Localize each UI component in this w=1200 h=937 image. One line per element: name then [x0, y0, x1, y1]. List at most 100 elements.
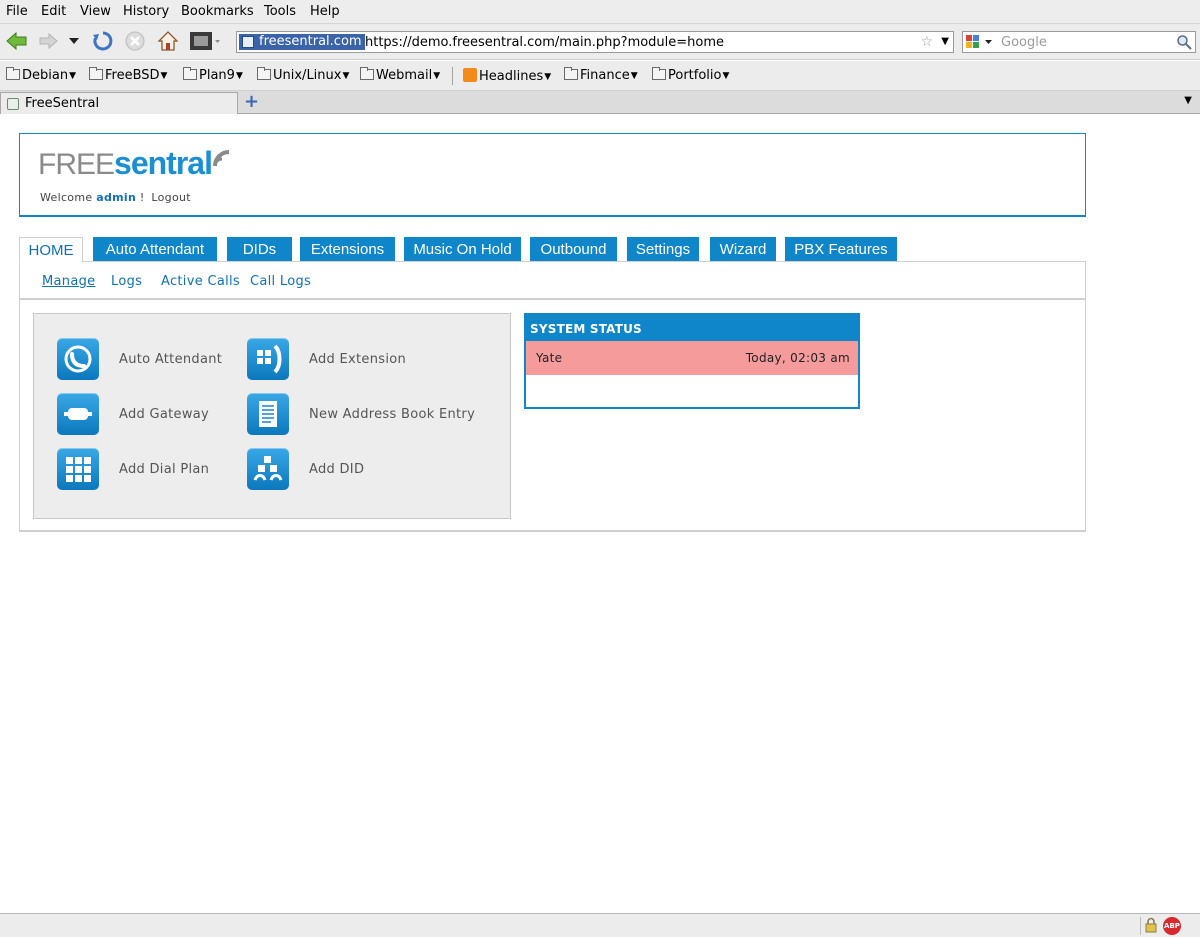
logo-signal-icon	[212, 150, 230, 167]
address-book-icon	[247, 393, 289, 435]
bookmark-label: Finance	[580, 68, 630, 83]
tab-pbx-features[interactable]: PBX Features	[785, 237, 897, 262]
browser-tab[interactable]: FreeSentral	[0, 92, 238, 114]
tab-auto-attendant[interactable]: Auto Attendant	[93, 237, 217, 262]
tab-favicon-icon	[7, 98, 19, 110]
address-bar[interactable]: freesentral.com https://demo.freesentral…	[236, 31, 954, 53]
username: admin	[96, 191, 137, 204]
stop-icon[interactable]	[122, 28, 148, 54]
bookmark-label: Unix/Linux	[273, 68, 342, 83]
status-timestamp: Today, 02:03 am	[745, 351, 850, 365]
folder-icon	[6, 67, 20, 80]
bookmark-label: FreeBSD	[105, 68, 160, 83]
bookmark-folder-plan9[interactable]: Plan9▼	[183, 67, 243, 84]
url-text[interactable]: https://demo.freesentral.com/main.php?mo…	[365, 34, 724, 51]
dropdown-arrow-icon: ▼	[69, 71, 76, 81]
menu-history[interactable]: History	[123, 4, 169, 19]
gateway-icon	[57, 393, 99, 435]
quick-action-label: Add Gateway	[119, 407, 210, 422]
history-dropdown-icon[interactable]	[66, 28, 82, 54]
folder-icon	[183, 67, 197, 80]
bookmark-label: Portfolio	[668, 68, 722, 83]
new-tab-icon[interactable]: +	[244, 93, 262, 111]
status-row: Yate Today, 02:03 am	[526, 341, 858, 375]
bookmark-label: Headlines	[479, 69, 544, 84]
quick-action-label: Add Dial Plan	[119, 462, 210, 477]
bookmarks-separator	[452, 67, 453, 85]
folder-icon	[652, 67, 666, 80]
reload-icon[interactable]	[90, 28, 116, 54]
did-icon	[247, 448, 289, 490]
keypad-phone-icon	[247, 338, 289, 380]
tab-list-dropdown-icon[interactable]: ▼	[1184, 95, 1192, 106]
status-service-name: Yate	[536, 351, 563, 365]
system-status-title: SYSTEM STATUS	[526, 315, 858, 341]
search-bar[interactable]: Google	[962, 31, 1196, 53]
folder-icon	[564, 67, 578, 80]
tab-dids[interactable]: DIDs	[227, 237, 292, 262]
site-favicon-icon	[242, 36, 254, 48]
quick-action-label: Add Extension	[309, 352, 407, 367]
folder-icon	[89, 67, 103, 80]
quick-actions-panel: Auto Attendant Add Extension Add Gateway…	[33, 313, 511, 519]
subnav-active-calls[interactable]: Active Calls	[161, 274, 240, 289]
tab-wizard[interactable]: Wizard	[710, 237, 776, 262]
site-identity-label: freesentral.com	[259, 34, 362, 49]
back-icon[interactable]	[4, 28, 30, 54]
bookmark-folder-finance[interactable]: Finance▼	[564, 67, 638, 84]
menu-file[interactable]: File	[6, 4, 28, 19]
bookmark-folder-debian[interactable]: Debian▼	[6, 67, 76, 84]
search-placeholder: Google	[1001, 35, 1047, 50]
url-dropdown-icon[interactable]: ▼	[941, 33, 949, 51]
menu-bookmarks[interactable]: Bookmarks	[181, 4, 254, 19]
menu-view[interactable]: View	[80, 4, 111, 19]
bookmark-feed-headlines[interactable]: Headlines▼	[463, 68, 551, 84]
tab-outbound[interactable]: Outbound	[530, 237, 617, 262]
menu-tools[interactable]: Tools	[264, 4, 296, 19]
bookmark-folder-portfolio[interactable]: Portfolio▼	[652, 67, 730, 84]
adblock-icon[interactable]: ABP	[1163, 917, 1181, 935]
logout-link[interactable]: Logout	[151, 191, 190, 204]
dropdown-arrow-icon: ▼	[160, 71, 168, 81]
browser-status-bar: ABP	[0, 913, 1200, 937]
dropdown-arrow-icon: ▼	[722, 71, 730, 81]
tab-extensions[interactable]: Extensions	[300, 237, 395, 262]
bookmark-folder-unix-linux[interactable]: Unix/Linux▼	[257, 67, 350, 84]
quick-action-label: New Address Book Entry	[309, 407, 476, 422]
tab-settings[interactable]: Settings	[627, 237, 699, 262]
bookmark-label: Plan9	[199, 68, 235, 83]
phone-icon	[57, 338, 99, 380]
menu-edit[interactable]: Edit	[41, 4, 66, 19]
bookmark-folder-webmail[interactable]: Webmail▼	[360, 67, 441, 84]
search-icon[interactable]	[1176, 34, 1192, 50]
bookmark-folder-freebsd[interactable]: FreeBSD▼	[89, 67, 168, 84]
tab-home[interactable]: HOME	[19, 237, 83, 263]
subnav-logs[interactable]: Logs	[111, 274, 142, 289]
main-content: Auto Attendant Add Extension Add Gateway…	[19, 300, 1086, 532]
logo-sentral-text: sentral	[114, 145, 213, 181]
bookmark-star-icon[interactable]: ☆	[920, 34, 933, 50]
menu-help[interactable]: Help	[310, 4, 340, 19]
subnav-call-logs[interactable]: Call Logs	[250, 274, 311, 289]
dropdown-arrow-icon: ▼	[235, 71, 243, 81]
subnav-manage[interactable]: Manage	[42, 274, 95, 289]
site-identity-badge[interactable]: freesentral.com	[239, 34, 365, 50]
dial-plan-icon	[57, 448, 99, 490]
forward-icon[interactable]	[36, 28, 60, 54]
video-icon[interactable]	[188, 28, 222, 54]
tab-music-on-hold[interactable]: Music On Hold	[404, 237, 521, 262]
browser-tab-title: FreeSentral	[25, 96, 100, 111]
folder-icon	[360, 67, 374, 80]
logo-free-text: FREE	[38, 148, 115, 181]
dropdown-arrow-icon: ▼	[544, 72, 552, 82]
dropdown-arrow-icon: ▼	[342, 71, 350, 81]
lock-icon[interactable]	[1140, 917, 1158, 935]
bookmarks-toolbar: Debian▼ FreeBSD▼ Plan9▼ Unix/Linux▼ Webm…	[0, 61, 1200, 91]
home-icon[interactable]	[155, 28, 181, 54]
browser-tab-bar: FreeSentral + ▼	[0, 91, 1200, 114]
welcome-text: Welcome	[40, 191, 93, 204]
dropdown-arrow-icon: ▼	[433, 71, 441, 81]
sub-navigation: Manage Logs Active Calls Call Logs	[19, 261, 1086, 300]
menu-bar: File Edit View History Bookmarks Tools H…	[0, 0, 1200, 24]
search-engine-icon[interactable]	[965, 34, 997, 50]
